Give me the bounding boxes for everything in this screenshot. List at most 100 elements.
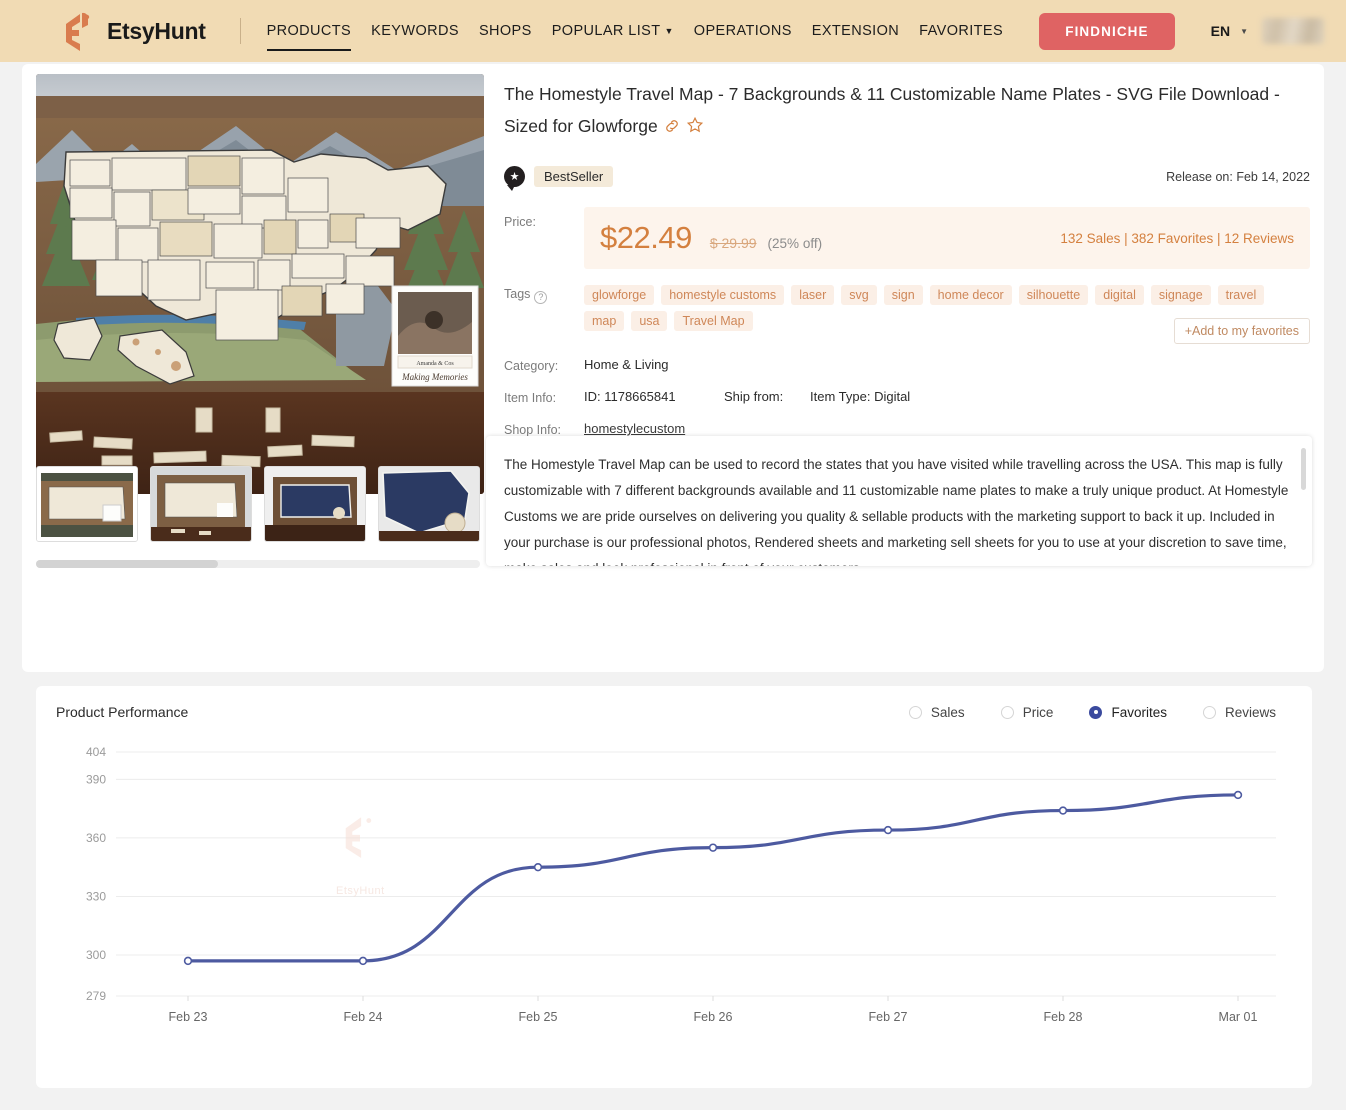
svg-text:Making Memories: Making Memories: [401, 372, 468, 382]
chevron-down-icon: ▼: [664, 26, 673, 36]
radio-dot-icon: [1203, 706, 1216, 719]
nav-label: KEYWORDS: [371, 23, 459, 39]
item-info-label: Item Info:: [504, 389, 584, 405]
thumbnail-item[interactable]: [378, 466, 480, 542]
price-label: Price:: [504, 207, 584, 269]
svg-text:Feb 25: Feb 25: [519, 1010, 558, 1024]
current-price: $22.49: [600, 220, 692, 256]
svg-text:360: 360: [86, 831, 106, 845]
radio-dot-icon: [1089, 706, 1102, 719]
category-value: Home & Living: [584, 357, 669, 373]
tag-item[interactable]: Travel Map: [674, 311, 752, 331]
radio-sales[interactable]: Sales: [909, 705, 965, 720]
add-to-favorites-button[interactable]: +Add to my favorites: [1174, 318, 1310, 344]
logo-text: EtsyHunt: [107, 18, 206, 45]
tag-item[interactable]: signage: [1151, 285, 1211, 305]
tag-item[interactable]: svg: [841, 285, 876, 305]
svg-text:390: 390: [86, 772, 106, 786]
product-title-text: The Homestyle Travel Map - 7 Backgrounds…: [504, 84, 1280, 136]
tag-item[interactable]: usa: [631, 311, 667, 331]
tag-item[interactable]: sign: [884, 285, 923, 305]
product-description-panel: The Homestyle Travel Map can be used to …: [486, 436, 1312, 566]
link-icon[interactable]: [664, 112, 680, 144]
performance-line-chart: 404390360330300279Feb 23Feb 24Feb 25Feb …: [36, 728, 1312, 1028]
language-selector[interactable]: EN ▼: [1211, 18, 1324, 44]
bestseller-seal-icon: ★: [504, 166, 525, 187]
tag-item[interactable]: laser: [791, 285, 834, 305]
radio-reviews[interactable]: Reviews: [1203, 705, 1276, 720]
tag-item[interactable]: silhouette: [1019, 285, 1089, 305]
item-info-row: Item Info: ID: 1178665841 Ship from: Ite…: [504, 389, 1310, 405]
product-info: The Homestyle Travel Map - 7 Backgrounds…: [504, 78, 1310, 454]
radio-favorites[interactable]: Favorites: [1089, 705, 1167, 720]
discount-percent: (25% off): [768, 236, 823, 251]
item-info-values: ID: 1178665841 Ship from: Item Type: Dig…: [584, 389, 910, 405]
favorite-star-icon[interactable]: [686, 112, 704, 144]
page-title: The Homestyle Travel Map - 7 Backgrounds…: [504, 78, 1310, 144]
price-box: $22.49 $ 29.99 (25% off) 132 Sales | 382…: [584, 207, 1310, 269]
svg-text:Amanda & Cos: Amanda & Cos: [416, 361, 454, 367]
tag-item[interactable]: digital: [1095, 285, 1144, 305]
original-price: $ 29.99: [710, 235, 757, 251]
logo[interactable]: EtsyHunt: [60, 11, 206, 51]
radio-dot-icon: [909, 706, 922, 719]
tags-label: Tags?: [504, 285, 584, 331]
description-scrollbar[interactable]: [1301, 448, 1306, 490]
svg-text:Mar 01: Mar 01: [1219, 1010, 1258, 1024]
svg-text:Feb 28: Feb 28: [1044, 1010, 1083, 1024]
radio-label: Favorites: [1111, 705, 1167, 720]
tag-list: glowforge homestyle customs laser svg si…: [584, 285, 1310, 331]
thumbnail-item[interactable]: [150, 466, 252, 542]
nav-label: PRODUCTS: [267, 23, 352, 39]
metric-radio-group: Sales Price Favorites Reviews: [909, 705, 1276, 720]
badge-row: ★ BestSeller Release on: Feb 14, 2022: [504, 166, 1310, 187]
product-performance-card: Product Performance Sales Price Favorite…: [36, 686, 1312, 1088]
thumbnail-item[interactable]: [36, 466, 138, 542]
svg-text:279: 279: [86, 989, 106, 1003]
findniche-button[interactable]: FINDNICHE: [1039, 13, 1174, 50]
svg-text:404: 404: [86, 745, 106, 759]
nav-item-popular-list[interactable]: POPULAR LIST▼: [552, 17, 674, 45]
nav-item-products[interactable]: PRODUCTS: [267, 17, 352, 45]
tags-label-text: Tags: [504, 287, 530, 301]
nav-label: EXTENSION: [812, 23, 899, 39]
chart-plot-area: EtsyHunt 404390360330300279Feb 23Feb 24F…: [36, 728, 1312, 1028]
language-label: EN: [1211, 23, 1230, 39]
svg-text:300: 300: [86, 948, 106, 962]
sales-stats: 132 Sales | 382 Favorites | 12 Reviews: [1060, 231, 1294, 246]
release-date: Release on: Feb 14, 2022: [1166, 170, 1310, 184]
description-text: The Homestyle Travel Map can be used to …: [504, 452, 1290, 566]
nav-item-operations[interactable]: OPERATIONS: [694, 17, 792, 45]
nav-label: FAVORITES: [919, 23, 1003, 39]
thumbnail-item[interactable]: [264, 466, 366, 542]
tag-item[interactable]: homestyle customs: [661, 285, 784, 305]
radio-dot-icon: [1001, 706, 1014, 719]
tag-item[interactable]: home decor: [930, 285, 1012, 305]
nav-label: OPERATIONS: [694, 23, 792, 39]
chevron-down-icon: ▼: [1240, 27, 1248, 36]
help-icon[interactable]: ?: [534, 291, 547, 304]
thumbnail-strip: [36, 466, 480, 542]
tag-item[interactable]: glowforge: [584, 285, 654, 305]
svg-text:Feb 24: Feb 24: [344, 1010, 383, 1024]
chart-header: Product Performance Sales Price Favorite…: [36, 686, 1312, 720]
category-row: Category: Home & Living: [504, 357, 1310, 373]
svg-text:330: 330: [86, 889, 106, 903]
tag-item[interactable]: map: [584, 311, 624, 331]
nav-item-favorites[interactable]: FAVORITES: [919, 17, 1003, 45]
scrollbar-thumb[interactable]: [36, 560, 218, 568]
thumbnail-scrollbar[interactable]: [36, 560, 480, 568]
nav-item-shops[interactable]: SHOPS: [479, 17, 532, 45]
shop-name-link[interactable]: homestylecustom: [584, 421, 805, 436]
tag-item[interactable]: travel: [1218, 285, 1265, 305]
product-hero-image[interactable]: Amanda & Cos Making Memories: [36, 74, 484, 494]
nav-item-extension[interactable]: EXTENSION: [812, 17, 899, 45]
user-avatar[interactable]: [1262, 18, 1324, 44]
product-detail-panel: Amanda & Cos Making Memories The Homesty…: [22, 64, 1324, 672]
main-nav: PRODUCTS KEYWORDS SHOPS POPULAR LIST▼ OP…: [267, 17, 1004, 45]
radio-label: Reviews: [1225, 705, 1276, 720]
nav-item-keywords[interactable]: KEYWORDS: [371, 17, 459, 45]
radio-label: Price: [1023, 705, 1054, 720]
svg-text:Feb 27: Feb 27: [869, 1010, 908, 1024]
radio-price[interactable]: Price: [1001, 705, 1054, 720]
